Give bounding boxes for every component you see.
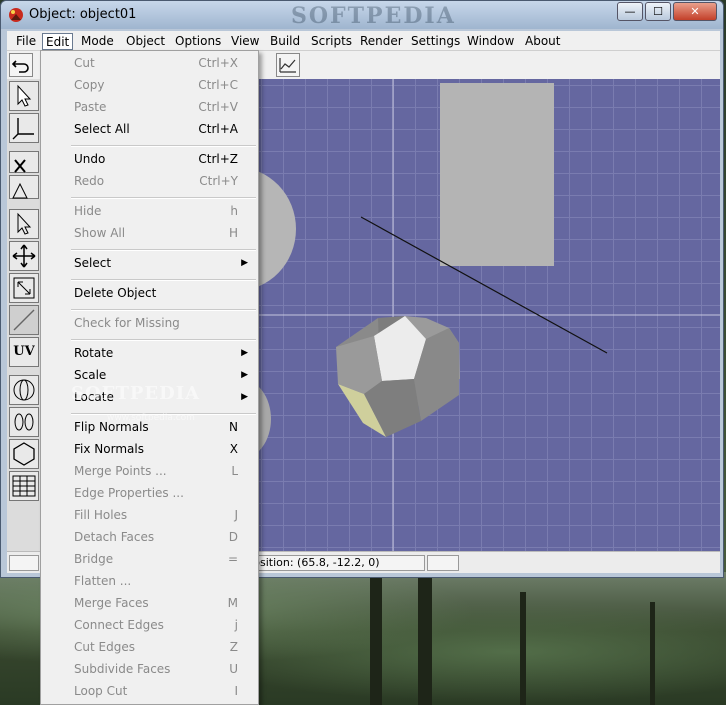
sphere-icon [13,379,35,401]
diagonal-line-icon [13,309,35,331]
cylinder-tool[interactable] [9,407,39,437]
menu-item-check-for-missing[interactable]: Check for Missing [41,312,258,334]
pointer-tool[interactable] [9,209,39,239]
menu-view[interactable]: View [228,33,262,50]
move-tool[interactable] [9,241,39,271]
sphere-tool[interactable] [9,375,39,405]
submenu-arrow-icon: ▶ [241,370,248,380]
window-title: Object: object01 [29,7,137,22]
menu-scripts[interactable]: Scripts [308,33,355,50]
menu-item-copy[interactable]: Copy Ctrl+C [41,74,258,96]
menu-edit[interactable]: Edit [42,33,74,50]
menu-render[interactable]: Render [357,33,406,50]
submenu-arrow-icon: ▶ [241,348,248,358]
menu-item-connect-edges[interactable]: Connect Edges j [41,614,258,636]
scale-tool[interactable] [9,273,39,303]
menu-item-select[interactable]: Select ▶ [41,252,258,274]
menu-item-edge-properties[interactable]: Edge Properties ... [41,482,258,504]
edit-menu-dropdown: Cut Ctrl+X Copy Ctrl+C Paste Ctrl+V Select … [40,50,259,705]
menu-item-rotate[interactable]: Rotate ▶ [41,342,258,364]
graph-button[interactable] [276,53,300,77]
axes-icon [12,118,34,140]
menu-separator [71,145,256,147]
grid-tool[interactable] [9,471,39,501]
transform-tool[interactable] [9,175,39,199]
status-position: Position: (65.8, -12.2, 0) [243,555,425,571]
pointer-icon [17,212,32,235]
arrow-cursor-icon [17,84,32,107]
menu-separator [71,309,256,311]
box-object [440,83,554,266]
graph-icon [279,58,296,73]
title-bar[interactable]: Object: object01 SOFTPEDIA — ☐ ✕ [1,1,723,29]
status-field-right [427,555,459,571]
menu-item-detach-faces[interactable]: Detach Faces D [41,526,258,548]
menu-separator [71,249,256,251]
menu-build[interactable]: Build [267,33,303,50]
menu-settings[interactable]: Settings [408,33,463,50]
app-logo-icon [9,8,23,22]
status-field-left [9,555,39,571]
menu-separator [71,339,256,341]
menu-item-paste[interactable]: Paste Ctrl+V [41,96,258,118]
menu-file[interactable]: File [13,33,39,50]
menu-item-redo[interactable]: Redo Ctrl+Y [41,170,258,192]
menu-bar: File Edit Mode Object Options View Build… [7,31,720,51]
menu-item-loop-cut[interactable]: Loop Cut I [41,680,258,702]
scale-icon [13,277,35,299]
watermark-url: www.softpedia.com [107,413,195,423]
transform-icon [12,182,28,199]
submenu-arrow-icon: ▶ [241,392,248,402]
select-tool[interactable] [9,81,39,111]
undo-button[interactable] [9,53,33,77]
menu-mode[interactable]: Mode [78,33,117,50]
menu-separator [71,279,256,281]
line-tool[interactable] [9,305,39,335]
menu-item-cut[interactable]: Cut Ctrl+X [41,52,258,74]
menu-item-show-all[interactable]: Show All H [41,222,258,244]
menu-item-undo[interactable]: Undo Ctrl+Z [41,148,258,170]
menu-item-bridge[interactable]: Bridge = [41,548,258,570]
menu-separator [71,197,256,199]
move-arrows-icon [12,244,36,268]
undo-icon [11,60,29,73]
watermark-text: SOFTPEDIA [71,383,201,404]
menu-item-fix-normals[interactable]: Fix Normals X [41,438,258,460]
maximize-button[interactable]: ☐ [645,2,671,21]
title-watermark: SOFTPEDIA [291,3,456,29]
minimize-button[interactable]: — [617,2,643,21]
menu-item-fill-holes[interactable]: Fill Holes J [41,504,258,526]
dodecahedron-object [336,316,460,437]
menu-item-merge-points[interactable]: Merge Points ... L [41,460,258,482]
menu-item-cut-edges[interactable]: Cut Edges Z [41,636,258,658]
close-button[interactable]: ✕ [673,2,717,21]
menu-item-merge-faces[interactable]: Merge Faces M [41,592,258,614]
menu-about[interactable]: About [522,33,563,50]
polygon-tool[interactable] [9,439,39,469]
menu-window[interactable]: Window [464,33,517,50]
submenu-arrow-icon: ▶ [241,258,248,268]
menu-item-flatten[interactable]: Flatten ... [41,570,258,592]
menu-object[interactable]: Object [123,33,168,50]
uv-tool[interactable]: UV [9,337,39,367]
delete-tool[interactable] [9,151,39,173]
hexagon-icon [13,442,35,466]
menu-item-select-all[interactable]: Select All Ctrl+A [41,118,258,140]
table-grid-icon [12,475,36,497]
menu-item-hide[interactable]: Hide h [41,200,258,222]
cylinder-icon [14,413,34,431]
axes-tool[interactable] [9,113,39,143]
menu-item-subdivide-faces[interactable]: Subdivide Faces U [41,658,258,680]
menu-options[interactable]: Options [172,33,224,50]
menu-item-delete-object[interactable]: Delete Object [41,282,258,304]
tool-palette: UV [7,79,41,551]
